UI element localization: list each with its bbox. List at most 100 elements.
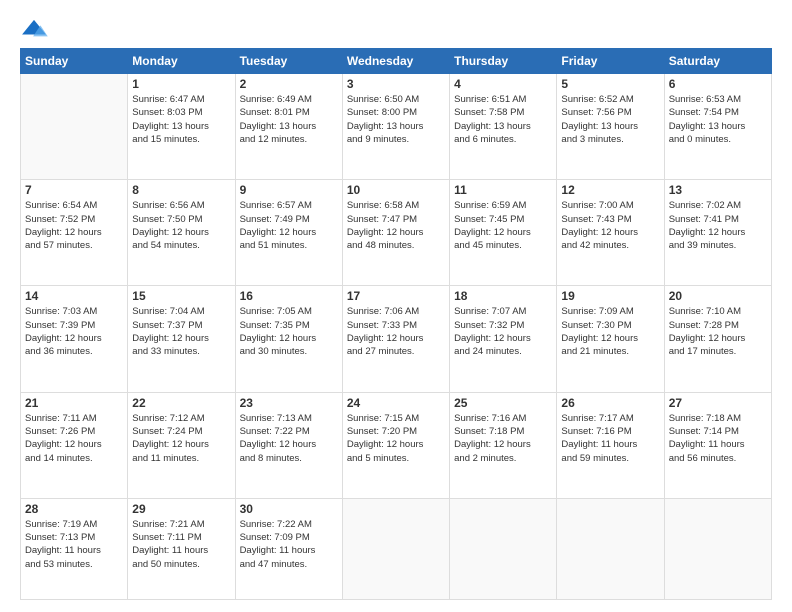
cell-info-line: Daylight: 11 hours: [25, 544, 123, 557]
day-number: 9: [240, 183, 338, 197]
day-number: 30: [240, 502, 338, 516]
cell-info-line: Sunrise: 6:51 AM: [454, 93, 552, 106]
cell-info-line: Sunset: 7:49 PM: [240, 213, 338, 226]
cell-info-line: and 53 minutes.: [25, 558, 123, 571]
calendar-cell: 25 Sunrise: 7:16 AMSunset: 7:18 PMDayligh…: [450, 392, 557, 498]
cell-info-line: and 33 minutes.: [132, 345, 230, 358]
calendar-cell: 1Sunrise: 6:47 AMSunset: 8:03 PMDaylight…: [128, 74, 235, 180]
cell-info-line: Daylight: 12 hours: [132, 438, 230, 451]
cell-info-line: Sunset: 7:13 PM: [25, 531, 123, 544]
day-number: 14: [25, 289, 123, 303]
cell-info-line: Sunset: 8:01 PM: [240, 106, 338, 119]
cell-info-line: Sunrise: 7:11 AM: [25, 412, 123, 425]
cell-info-line: Daylight: 12 hours: [132, 226, 230, 239]
cell-info-line: and 27 minutes.: [347, 345, 445, 358]
day-number: 22: [132, 396, 230, 410]
day-number: 17: [347, 289, 445, 303]
cell-info-line: Daylight: 13 hours: [347, 120, 445, 133]
day-number: 5: [561, 77, 659, 91]
cell-info-line: and 6 minutes.: [454, 133, 552, 146]
calendar-cell: [21, 74, 128, 180]
cell-info-line: Sunset: 7:30 PM: [561, 319, 659, 332]
calendar-week-row: 7Sunrise: 6:54 AMSunset: 7:52 PMDaylight…: [21, 180, 772, 286]
cell-info-line: Sunrise: 7:17 AM: [561, 412, 659, 425]
cell-info-line: and 42 minutes.: [561, 239, 659, 252]
cell-info-line: Sunset: 7:18 PM: [454, 425, 552, 438]
calendar-cell: [557, 498, 664, 599]
calendar-header-cell: Sunday: [21, 49, 128, 74]
cell-info-line: Sunrise: 7:12 AM: [132, 412, 230, 425]
day-number: 11: [454, 183, 552, 197]
cell-info-line: and 50 minutes.: [132, 558, 230, 571]
cell-info-line: Daylight: 12 hours: [454, 438, 552, 451]
calendar-table: SundayMondayTuesdayWednesdayThursdayFrid…: [20, 48, 772, 600]
calendar-cell: 8Sunrise: 6:56 AMSunset: 7:50 PMDaylight…: [128, 180, 235, 286]
cell-info-line: and 15 minutes.: [132, 133, 230, 146]
day-number: 24: [347, 396, 445, 410]
calendar-cell: 26Sunrise: 7:17 AMSunset: 7:16 PMDayligh…: [557, 392, 664, 498]
cell-info-line: Sunset: 8:00 PM: [347, 106, 445, 119]
day-number: 26: [561, 396, 659, 410]
day-number: 6: [669, 77, 767, 91]
cell-info-line: and 51 minutes.: [240, 239, 338, 252]
calendar-header-cell: Monday: [128, 49, 235, 74]
day-number: 3: [347, 77, 445, 91]
day-number: 19: [561, 289, 659, 303]
page: SundayMondayTuesdayWednesdayThursdayFrid…: [0, 0, 792, 612]
day-number: 20: [669, 289, 767, 303]
calendar-cell: [664, 498, 771, 599]
cell-info-line: Daylight: 11 hours: [240, 544, 338, 557]
cell-info-line: Sunset: 7:24 PM: [132, 425, 230, 438]
calendar-header-cell: Tuesday: [235, 49, 342, 74]
cell-info-line: Sunrise: 6:54 AM: [25, 199, 123, 212]
cell-info-line: Daylight: 12 hours: [25, 438, 123, 451]
cell-info-line: Daylight: 12 hours: [25, 332, 123, 345]
cell-info-line: Daylight: 12 hours: [561, 332, 659, 345]
calendar-cell: 4Sunrise: 6:51 AMSunset: 7:58 PMDaylight…: [450, 74, 557, 180]
calendar-cell: 24Sunrise: 7:15 AMSunset: 7:20 PMDayligh…: [342, 392, 449, 498]
cell-info-line: Sunset: 7:43 PM: [561, 213, 659, 226]
cell-info-line: Sunrise: 6:57 AM: [240, 199, 338, 212]
cell-info-line: Sunrise: 6:59 AM: [454, 199, 552, 212]
cell-info-line: Daylight: 12 hours: [669, 226, 767, 239]
day-number: 16: [240, 289, 338, 303]
cell-info-line: Sunrise: 7:16 AM: [454, 412, 552, 425]
day-number: 10: [347, 183, 445, 197]
cell-info-line: and 14 minutes.: [25, 452, 123, 465]
cell-info-line: Sunset: 7:22 PM: [240, 425, 338, 438]
cell-info-line: Sunset: 7:52 PM: [25, 213, 123, 226]
cell-info-line: Sunrise: 7:21 AM: [132, 518, 230, 531]
cell-info-line: Sunrise: 6:58 AM: [347, 199, 445, 212]
cell-info-line: and 54 minutes.: [132, 239, 230, 252]
day-number: 25: [454, 396, 552, 410]
logo-icon: [20, 18, 48, 40]
cell-info-line: Sunrise: 7:13 AM: [240, 412, 338, 425]
cell-info-line: Sunrise: 6:49 AM: [240, 93, 338, 106]
calendar-cell: 11Sunrise: 6:59 AMSunset: 7:45 PMDayligh…: [450, 180, 557, 286]
cell-info-line: and 39 minutes.: [669, 239, 767, 252]
cell-info-line: and 3 minutes.: [561, 133, 659, 146]
header: [20, 18, 772, 40]
cell-info-line: Daylight: 12 hours: [240, 438, 338, 451]
cell-info-line: Sunrise: 7:06 AM: [347, 305, 445, 318]
cell-info-line: and 48 minutes.: [347, 239, 445, 252]
calendar-cell: 28Sunrise: 7:19 AMSunset: 7:13 PMDayligh…: [21, 498, 128, 599]
cell-info-line: Sunset: 7:54 PM: [669, 106, 767, 119]
day-number: 13: [669, 183, 767, 197]
cell-info-line: Sunrise: 6:53 AM: [669, 93, 767, 106]
calendar-week-row: 14Sunrise: 7:03 AMSunset: 7:39 PMDayligh…: [21, 286, 772, 392]
cell-info-line: Sunrise: 7:02 AM: [669, 199, 767, 212]
cell-info-line: Sunset: 7:37 PM: [132, 319, 230, 332]
calendar-cell: 6Sunrise: 6:53 AMSunset: 7:54 PMDaylight…: [664, 74, 771, 180]
cell-info-line: Sunrise: 6:52 AM: [561, 93, 659, 106]
cell-info-line: Daylight: 12 hours: [25, 226, 123, 239]
cell-info-line: Sunset: 8:03 PM: [132, 106, 230, 119]
cell-info-line: Sunrise: 7:09 AM: [561, 305, 659, 318]
cell-info-line: Sunset: 7:26 PM: [25, 425, 123, 438]
calendar-week-row: 1Sunrise: 6:47 AMSunset: 8:03 PMDaylight…: [21, 74, 772, 180]
calendar-cell: 27Sunrise: 7:18 AMSunset: 7:14 PMDayligh…: [664, 392, 771, 498]
calendar-cell: 7 Sunrise: 6:54 AMSunset: 7:52 PMDaylight…: [21, 180, 128, 286]
day-number: 7: [25, 183, 123, 197]
cell-info-line: Sunset: 7:56 PM: [561, 106, 659, 119]
cell-info-line: Daylight: 12 hours: [240, 226, 338, 239]
